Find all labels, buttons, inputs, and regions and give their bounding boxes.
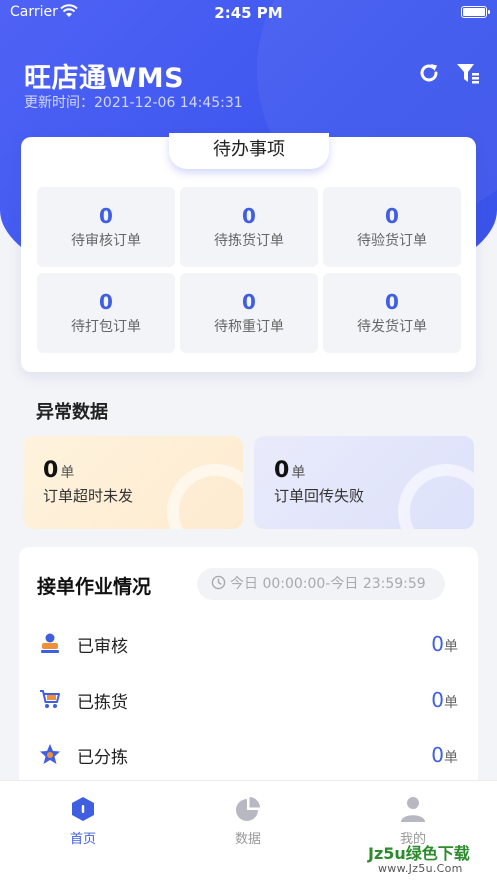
todo-count: 0 [242,290,256,314]
todo-card: 待办事项 0 待审核订单 0 待拣货订单 0 待验货订单 0 待打包订单 0 待… [21,133,476,372]
abnormal-unit: 单 [291,465,306,481]
todo-item-pending-audit[interactable]: 0 待审核订单 [37,187,175,267]
abnormal-count: 0 [274,458,290,483]
abnormal-count: 0 [43,458,59,483]
todo-item-pending-pack[interactable]: 0 待打包订单 [37,273,175,353]
todo-grid: 0 待审核订单 0 待拣货订单 0 待验货订单 0 待打包订单 0 待称重订单 … [37,187,461,353]
ops-unit: 单 [444,750,458,766]
todo-count: 0 [99,204,113,228]
cart-icon [40,690,60,708]
abnormal-card-timeout[interactable]: 0单 订单超时未发 [23,436,243,529]
battery-icon [461,6,490,18]
user-icon [401,797,425,822]
todo-item-pending-ship[interactable]: 0 待发货订单 [323,273,461,353]
update-time: 更新时间：2021-12-06 14:45:31 [24,92,243,112]
ops-row-sorted[interactable]: 已分拣 0单 [19,733,478,773]
date-range-text: 今日 00:00:00-今日 23:59:59 [230,576,426,592]
todo-label: 待拣货订单 [214,233,284,249]
ops-unit: 单 [444,639,458,655]
operations-title: 接单作业情况 [37,576,152,598]
ops-row-audited[interactable]: 已审核 0单 [19,622,478,662]
update-time-value: 2021-12-06 14:45:31 [94,95,243,111]
todo-item-pending-weigh[interactable]: 0 待称重订单 [180,273,318,353]
abnormal-card-callback-failed[interactable]: 0单 订单回传失败 [254,436,474,529]
star-sort-icon [40,744,60,764]
todo-label: 待验货订单 [357,233,427,249]
clock-icon [211,575,226,590]
status-bar: Carrier 2:45 PM [0,0,497,26]
todo-label: 待审核订单 [71,233,141,249]
watermark-main: Jz5u绿色下载 [368,844,470,863]
watermark: Jz5u绿色下载 www.Jz5u.Com [368,840,494,880]
decorative-ring [167,464,243,529]
todo-label: 待发货订单 [357,319,427,335]
audit-stamp-icon [41,633,59,653]
ops-unit: 单 [444,695,458,711]
ops-value: 0单 [431,632,458,656]
ops-label: 已审核 [77,637,128,657]
ops-label: 已拣货 [77,693,128,713]
pie-chart-icon [236,797,260,821]
status-time: 2:45 PM [214,4,283,22]
todo-item-pending-pick[interactable]: 0 待拣货订单 [180,187,318,267]
todo-item-pending-inspect[interactable]: 0 待验货订单 [323,187,461,267]
app-title: 旺店通WMS [24,63,185,94]
ops-row-picked[interactable]: 已拣货 0单 [19,678,478,718]
todo-count: 0 [385,290,399,314]
ops-count: 0 [431,688,444,712]
date-range-selector[interactable]: 今日 00:00:00-今日 23:59:59 [197,568,445,600]
tab-label: 数据 [234,832,261,847]
refresh-icon[interactable] [418,62,440,84]
ops-label: 已分拣 [77,748,128,768]
todo-count: 0 [242,204,256,228]
ops-value: 0单 [431,688,458,712]
abnormal-section-title: 异常数据 [36,402,108,423]
ops-count: 0 [431,632,444,656]
decorative-ring [398,464,474,529]
todo-count: 0 [385,204,399,228]
todo-label: 待打包订单 [71,319,141,335]
abnormal-unit: 单 [60,465,75,481]
home-icon [72,797,94,821]
todo-title: 待办事项 [169,133,329,169]
operations-card: 接单作业情况 今日 00:00:00-今日 23:59:59 已审核 0单 已拣… [19,547,478,787]
tab-label: 首页 [69,832,96,847]
watermark-sub: www.Jz5u.Com [378,862,463,875]
ops-value: 0单 [431,743,458,767]
update-time-label: 更新时间： [24,95,94,111]
todo-label: 待称重订单 [214,319,284,335]
filter-icon[interactable] [456,62,480,84]
todo-count: 0 [99,290,113,314]
tab-home[interactable]: 首页 [33,795,133,847]
ops-count: 0 [431,743,444,767]
tab-data[interactable]: 数据 [198,795,298,847]
